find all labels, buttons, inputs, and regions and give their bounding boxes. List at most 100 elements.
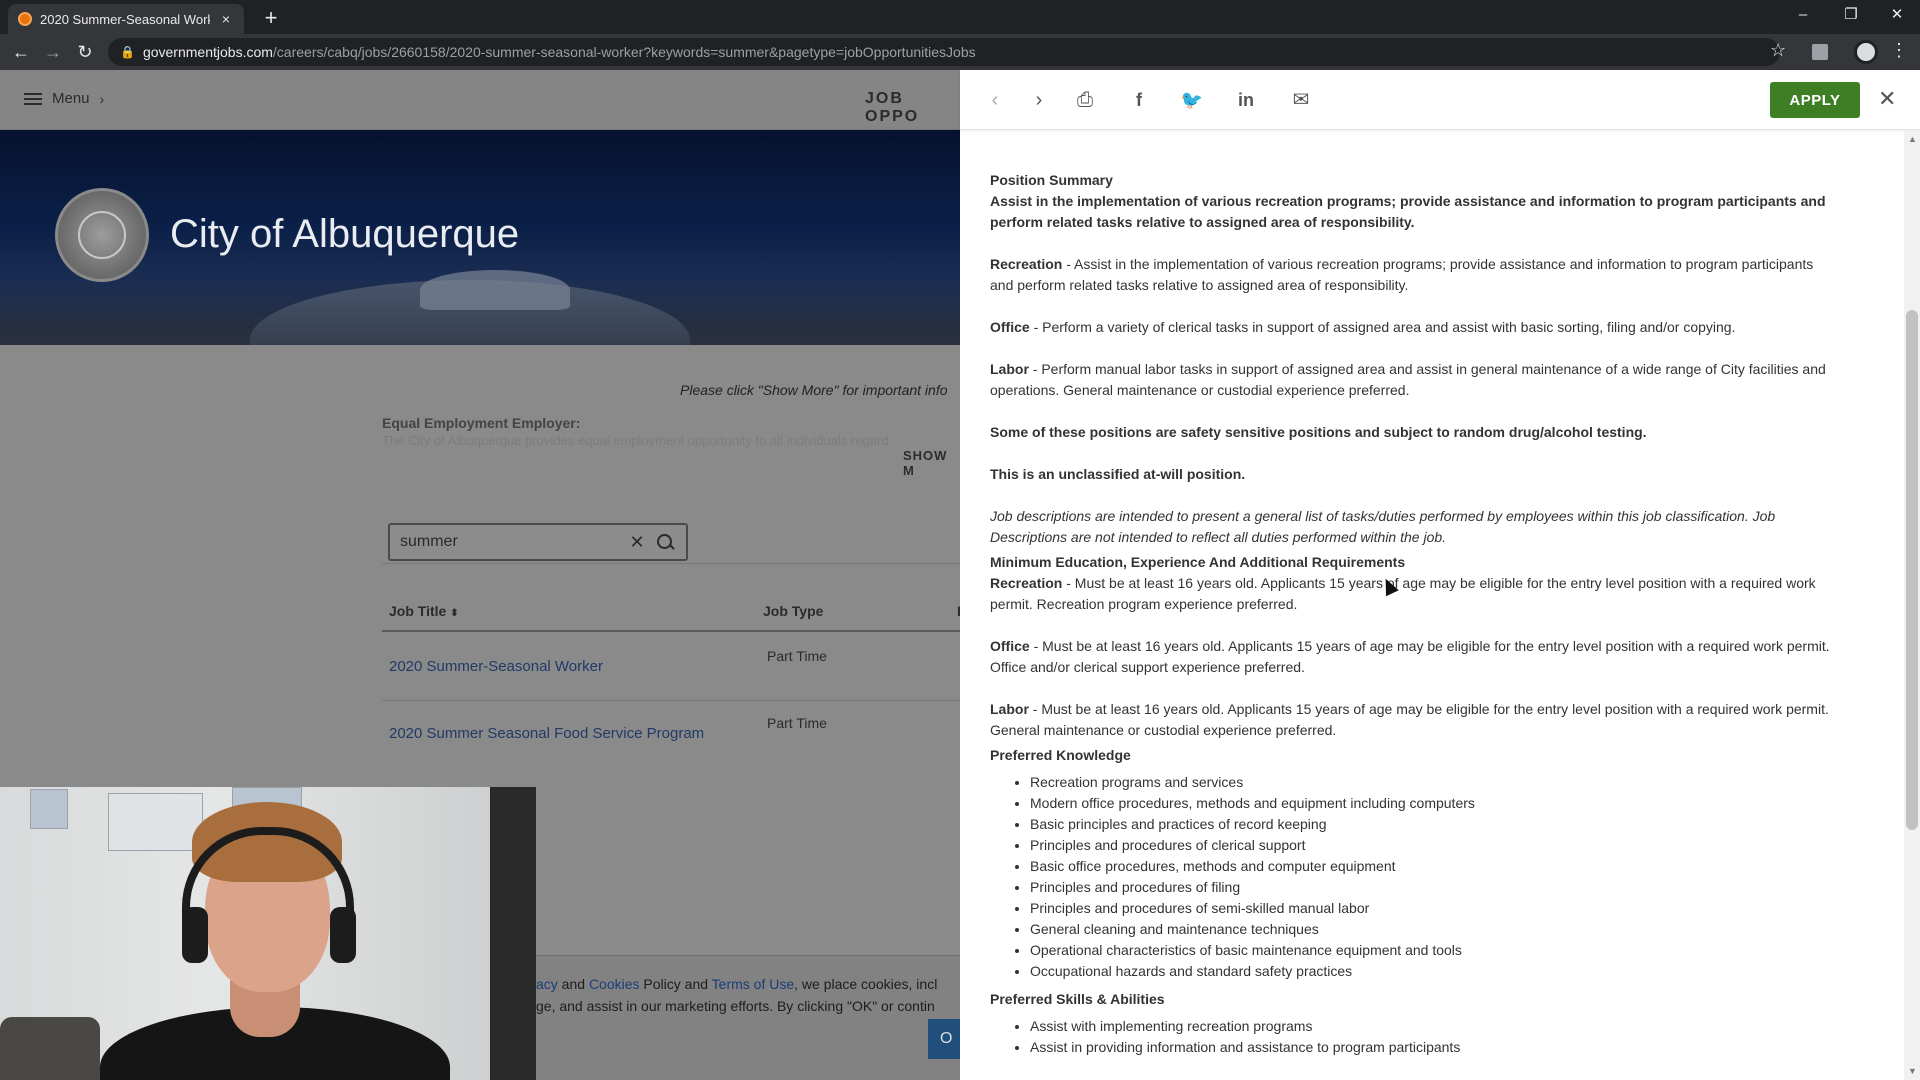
linkedin-icon[interactable]: in <box>1233 87 1259 113</box>
position-summary-heading: Position Summary <box>990 172 1113 188</box>
req-labor-label: Labor <box>990 701 1029 717</box>
menu-label: Menu <box>52 90 90 107</box>
url-field[interactable]: 🔒 governmentjobs.com/careers/cabq/jobs/2… <box>108 38 1780 66</box>
scrollbar-thumb[interactable] <box>1906 310 1918 830</box>
city-seal-logo <box>55 188 149 282</box>
sort-icon: ⬍ <box>450 608 459 619</box>
browser-tab[interactable]: 2020 Summer-Seasonal Worker | × <box>8 4 244 34</box>
cookie-ok-button[interactable]: O <box>928 1019 960 1059</box>
tab-close-icon[interactable]: × <box>218 11 234 27</box>
close-icon[interactable]: ✕ <box>1878 86 1896 112</box>
list-item: Modern office procedures, methods and eq… <box>1030 793 1840 814</box>
headset-earcup <box>330 907 356 963</box>
city-banner: City of Albuquerque <box>0 130 960 345</box>
extension-icon[interactable] <box>1812 44 1828 60</box>
terms-link[interactable]: Terms of Use <box>712 976 794 992</box>
labor-duty: Labor - Perform manual labor tasks in su… <box>990 359 1840 401</box>
list-item: Assist in providing information and assi… <box>1030 1037 1840 1058</box>
search-input[interactable] <box>400 533 626 551</box>
row-divider <box>382 700 960 701</box>
window-close-button[interactable]: ✕ <box>1882 4 1912 26</box>
dome-image <box>420 270 570 310</box>
apply-button[interactable]: APPLY <box>1770 82 1860 118</box>
scroll-down-icon[interactable]: ▼ <box>1908 1066 1917 1076</box>
list-item: Occupational hazards and standard safety… <box>1030 961 1840 982</box>
menu-button[interactable]: Menu › <box>24 90 104 107</box>
bookmark-star-icon[interactable]: ☆ <box>1770 40 1786 61</box>
url-path: /careers/cabq/jobs/2660158/2020-summer-s… <box>272 44 976 60</box>
tab-title: 2020 Summer-Seasonal Worker | <box>40 11 210 27</box>
show-more-button[interactable]: SHOW M <box>903 448 960 478</box>
restore-button[interactable]: ❐ <box>1836 4 1866 26</box>
cookie-text-line2: ge, and assist in our marketing efforts.… <box>536 998 935 1014</box>
job-link-summer-seasonal-worker[interactable]: 2020 Summer-Seasonal Worker <box>389 658 603 675</box>
list-item: Basic office procedures, methods and com… <box>1030 856 1840 877</box>
position-summary: Assist in the implementation of various … <box>990 193 1826 230</box>
eeo-text: The City of Albuquerque provides equal e… <box>382 433 889 448</box>
hamburger-icon <box>24 92 42 105</box>
forward-arrow-icon[interactable]: → <box>40 40 66 64</box>
office-text: - Perform a variety of clerical tasks in… <box>1029 319 1736 335</box>
search-icon[interactable] <box>654 531 676 553</box>
list-item: Basic principles and practices of record… <box>1030 814 1840 835</box>
browser-tab-bar: 2020 Summer-Seasonal Worker | × + – ❐ ✕ <box>0 0 1920 34</box>
panel-toolbar: ‹ › ⎙ f 🐦 in ✉ APPLY ✕ <box>960 70 1920 130</box>
req-office-text: - Must be at least 16 years old. Applica… <box>990 638 1830 675</box>
column-header-job-type[interactable]: Job Type <box>763 603 823 619</box>
cookies-link[interactable]: Cookies <box>589 976 640 992</box>
lock-icon: 🔒 <box>120 45 135 59</box>
facebook-icon[interactable]: f <box>1126 87 1152 113</box>
scroll-up-icon[interactable]: ▲ <box>1908 134 1917 144</box>
cookie-text-and: and <box>557 976 589 992</box>
cookie-text-tail: , we place cookies, incl <box>794 976 938 992</box>
profile-avatar-icon[interactable] <box>1854 40 1878 64</box>
clear-search-icon[interactable]: ✕ <box>626 532 648 553</box>
divider <box>382 563 960 564</box>
chair <box>0 1017 100 1080</box>
email-icon[interactable]: ✉ <box>1288 87 1314 113</box>
skills-heading: Preferred Skills & Abilities <box>990 991 1165 1007</box>
list-item: Operational characteristics of basic mai… <box>1030 940 1840 961</box>
list-item: Principles and procedures of filing <box>1030 877 1840 898</box>
privacy-link[interactable]: acy <box>536 976 558 992</box>
skills-list: Assist with implementing recreation prog… <box>990 1016 1840 1058</box>
min-requirements-heading: Minimum Education, Experience And Additi… <box>990 554 1406 570</box>
url-host: governmentjobs.com <box>142 44 273 60</box>
knowledge-list: Recreation programs and services Modern … <box>990 772 1840 982</box>
job-link-food-service-program[interactable]: 2020 Summer Seasonal Food Service Progra… <box>389 725 704 742</box>
headset-earcup <box>182 907 208 963</box>
job-type-cell: Part Time <box>767 648 827 664</box>
url-text: governmentjobs.com/careers/cabq/jobs/266… <box>143 44 976 60</box>
minimize-button[interactable]: – <box>1788 4 1818 26</box>
table-header-divider <box>382 630 960 632</box>
knowledge-heading: Preferred Knowledge <box>990 747 1131 763</box>
back-arrow-icon[interactable]: ← <box>8 40 34 64</box>
job-detail-panel: ‹ › ⎙ f 🐦 in ✉ APPLY ✕ ▲ ▼ Position Summ… <box>960 70 1920 1080</box>
wall-poster <box>108 793 203 851</box>
chevron-right-icon[interactable]: › <box>1026 87 1052 113</box>
recreation-text: - Assist in the implementation of variou… <box>990 256 1814 293</box>
city-name: City of Albuquerque <box>170 212 520 256</box>
show-more-notice: Please click "Show More" for important i… <box>680 382 948 398</box>
cookie-text: acy and Cookies Policy and Terms of Use,… <box>536 973 960 1017</box>
office-label: Office <box>990 319 1030 335</box>
chevron-left-icon[interactable]: ‹ <box>982 87 1008 113</box>
header-title: JOB OPPO <box>865 90 920 125</box>
seal-inner-ring <box>78 211 126 259</box>
list-item: General cleaning and maintenance techniq… <box>1030 919 1840 940</box>
reload-icon[interactable]: ↻ <box>72 40 98 64</box>
labor-text: - Perform manual labor tasks in support … <box>990 361 1826 398</box>
wall-poster <box>30 789 68 829</box>
list-item: Recreation programs and services <box>1030 772 1840 793</box>
twitter-icon[interactable]: 🐦 <box>1179 87 1205 113</box>
more-menu-icon[interactable]: ⋮ <box>1890 40 1908 61</box>
labor-label: Labor <box>990 361 1029 377</box>
office-duty: Office - Perform a variety of clerical t… <box>990 317 1840 338</box>
print-icon[interactable]: ⎙ <box>1072 87 1098 113</box>
disclaimer: Job descriptions are intended to present… <box>990 508 1776 545</box>
list-item: Principles and procedures of clerical su… <box>1030 835 1840 856</box>
new-tab-button[interactable]: + <box>258 6 284 32</box>
req-office: Office - Must be at least 16 years old. … <box>990 636 1840 678</box>
site-header: Menu › JOB OPPO <box>0 70 960 130</box>
column-header-job-title[interactable]: Job Title ⬍ <box>389 603 459 619</box>
